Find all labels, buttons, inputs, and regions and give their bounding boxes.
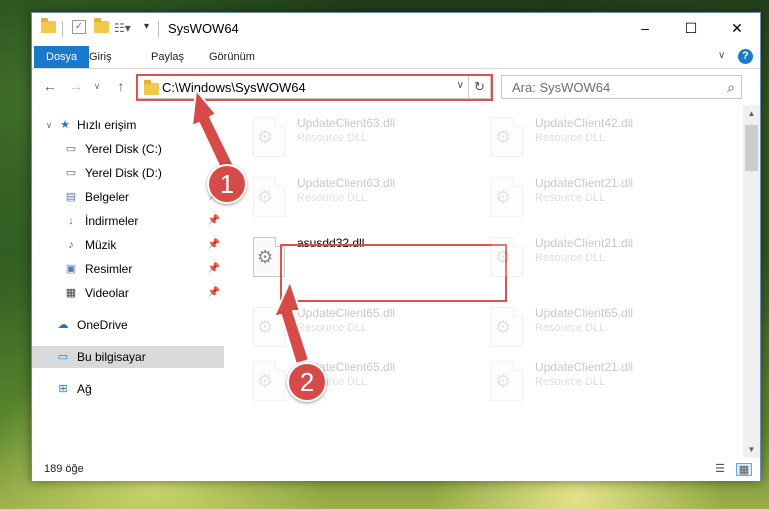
- annotation-arrows: [191, 89, 310, 365]
- arrow-to-file: [273, 280, 310, 365]
- step-1-callout: 1: [207, 164, 247, 204]
- step-2-callout: 2: [287, 362, 327, 402]
- arrow-to-address-bar: [191, 89, 236, 175]
